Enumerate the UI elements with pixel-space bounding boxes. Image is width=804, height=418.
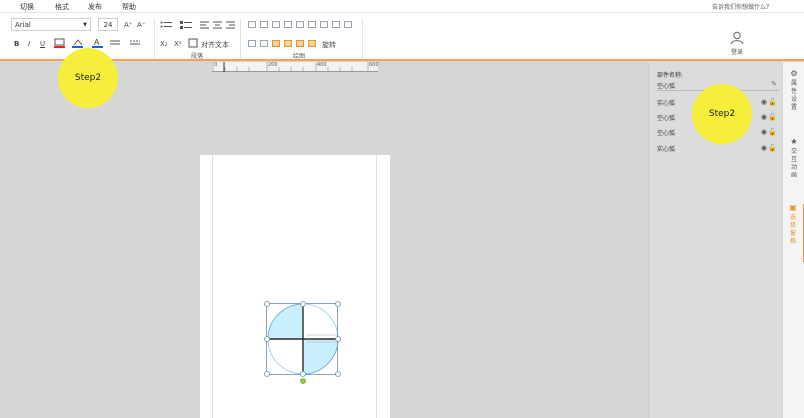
menu-switch[interactable]: 切换: [20, 2, 34, 12]
layer-item-label: 实心弧: [657, 100, 676, 107]
send-back-icon[interactable]: [284, 40, 292, 47]
eye-icon[interactable]: ◉: [761, 128, 767, 136]
group-icon[interactable]: [248, 40, 256, 47]
underline-button[interactable]: U: [40, 40, 45, 48]
user-icon: [730, 31, 744, 45]
font-family-select[interactable]: Arial ▼: [11, 18, 91, 31]
arrange-middle-icon[interactable]: [296, 21, 304, 28]
draw-group-label: 绘图: [293, 53, 306, 60]
canvas-workspace[interactable]: 0 200 400 600: [0, 62, 648, 418]
align-right-icon[interactable]: [226, 21, 236, 31]
distribute-icon[interactable]: [320, 21, 328, 28]
ruler-label: 0: [214, 62, 218, 68]
login-button[interactable]: 登录: [724, 31, 750, 56]
ribbon-divider: [362, 18, 363, 58]
step-marker: Step2: [58, 48, 118, 108]
tab-selection-pane-label: 选择窗格: [789, 214, 796, 245]
font-size-input[interactable]: 24: [98, 18, 118, 31]
component-name-label: 部件名称:: [657, 72, 684, 79]
menu-bar: 切换 格式 发布 帮助 告诉我们你想做什么？: [0, 0, 804, 13]
horizontal-ruler: 0 200 400 600: [212, 62, 379, 72]
eye-icon[interactable]: ◉: [761, 98, 767, 106]
ruler-label: 400: [317, 62, 327, 68]
lock-icon[interactable]: 🔓: [768, 144, 777, 152]
line-style-icon[interactable]: [110, 39, 124, 49]
gear-icon: ⚙: [790, 69, 798, 78]
menu-help[interactable]: 帮助: [122, 2, 136, 12]
fill-color-icon[interactable]: [54, 38, 66, 50]
ruler-label: 600: [369, 62, 379, 68]
lock-icon[interactable]: 🔓: [768, 128, 777, 136]
star-icon: ★: [790, 137, 798, 146]
arrange-bottom-icon[interactable]: [308, 21, 316, 28]
font-family-value: Arial: [15, 21, 31, 29]
lock-icon[interactable]: 🔓: [768, 113, 777, 121]
lock-icon[interactable]: 🔓: [768, 98, 777, 106]
layer-item-label: 实心弧: [657, 146, 676, 153]
ribbon-divider: [154, 18, 155, 58]
tab-interaction-label: 交互动画: [790, 148, 797, 179]
text-box-icon[interactable]: [188, 38, 198, 50]
arrange-left-icon[interactable]: [248, 21, 256, 28]
align-left-icon[interactable]: [200, 21, 210, 31]
rotate-button[interactable]: 旋转: [322, 40, 336, 50]
layer-item[interactable]: 实心弧 ◉ 🔓: [657, 144, 779, 155]
ungroup-icon[interactable]: [260, 40, 268, 47]
layer-item-label: 空心弧: [657, 115, 676, 122]
layer-item-label: 空心弧: [657, 130, 676, 137]
arrange-top-icon[interactable]: [284, 21, 292, 28]
login-label: 登录: [730, 49, 743, 56]
eye-icon[interactable]: ◉: [761, 113, 767, 121]
lock-shape-icon[interactable]: [332, 21, 340, 28]
tab-interaction[interactable]: ★ 交互动画: [783, 138, 804, 180]
bullet-list-icon[interactable]: [160, 21, 174, 32]
ruler-label: 200: [268, 62, 278, 68]
grow-font-icon[interactable]: A⁺: [124, 21, 132, 29]
arrange-right-icon[interactable]: [272, 21, 280, 28]
slide-page[interactable]: [200, 155, 390, 418]
send-backward-icon[interactable]: [308, 40, 316, 47]
tell-me-search[interactable]: 告诉我们你想做什么？: [712, 2, 772, 11]
bring-forward-icon[interactable]: [296, 40, 304, 47]
component-name-value: 空心弧: [657, 83, 676, 90]
ribbon-divider: [240, 18, 241, 58]
unlock-shape-icon[interactable]: [344, 21, 352, 28]
ribbon: Arial ▼ 24 A⁺ A⁻ B I U A 文字 X₂ X² 对齐文本 段…: [0, 13, 804, 61]
svg-text:A: A: [94, 38, 100, 47]
tab-properties-label: 属性设置: [790, 80, 797, 111]
numbered-list-icon[interactable]: [180, 21, 194, 32]
tab-selection-pane[interactable]: ▣ 选择窗格: [783, 204, 804, 262]
superscript-button[interactable]: X²: [174, 40, 182, 48]
eye-icon[interactable]: ◉: [761, 144, 767, 152]
pencil-icon[interactable]: ✎: [771, 80, 777, 88]
align-center-icon[interactable]: [213, 21, 223, 31]
shrink-font-icon[interactable]: A⁻: [137, 21, 145, 29]
menu-publish[interactable]: 发布: [88, 2, 102, 12]
selected-arc-shapes[interactable]: [200, 155, 390, 418]
chevron-down-icon: ▼: [83, 22, 87, 28]
bold-button[interactable]: B: [14, 40, 19, 48]
paragraph-group-label: 段落: [191, 53, 204, 60]
side-tab-bar: ⚙ 属性设置 ★ 交互动画 ▣ 选择窗格: [782, 62, 804, 418]
bring-front-icon[interactable]: [272, 40, 280, 47]
line-weight-icon[interactable]: [130, 39, 144, 49]
menu-format[interactable]: 格式: [55, 2, 69, 12]
arrange-center-icon[interactable]: [260, 21, 268, 28]
italic-button[interactable]: I: [28, 40, 30, 48]
subscript-button[interactable]: X₂: [160, 40, 168, 48]
layers-icon: ▣: [789, 203, 797, 212]
step-marker: Step2: [692, 84, 752, 144]
tab-properties[interactable]: ⚙ 属性设置: [783, 70, 804, 112]
align-text-button[interactable]: 对齐文本: [201, 40, 229, 50]
